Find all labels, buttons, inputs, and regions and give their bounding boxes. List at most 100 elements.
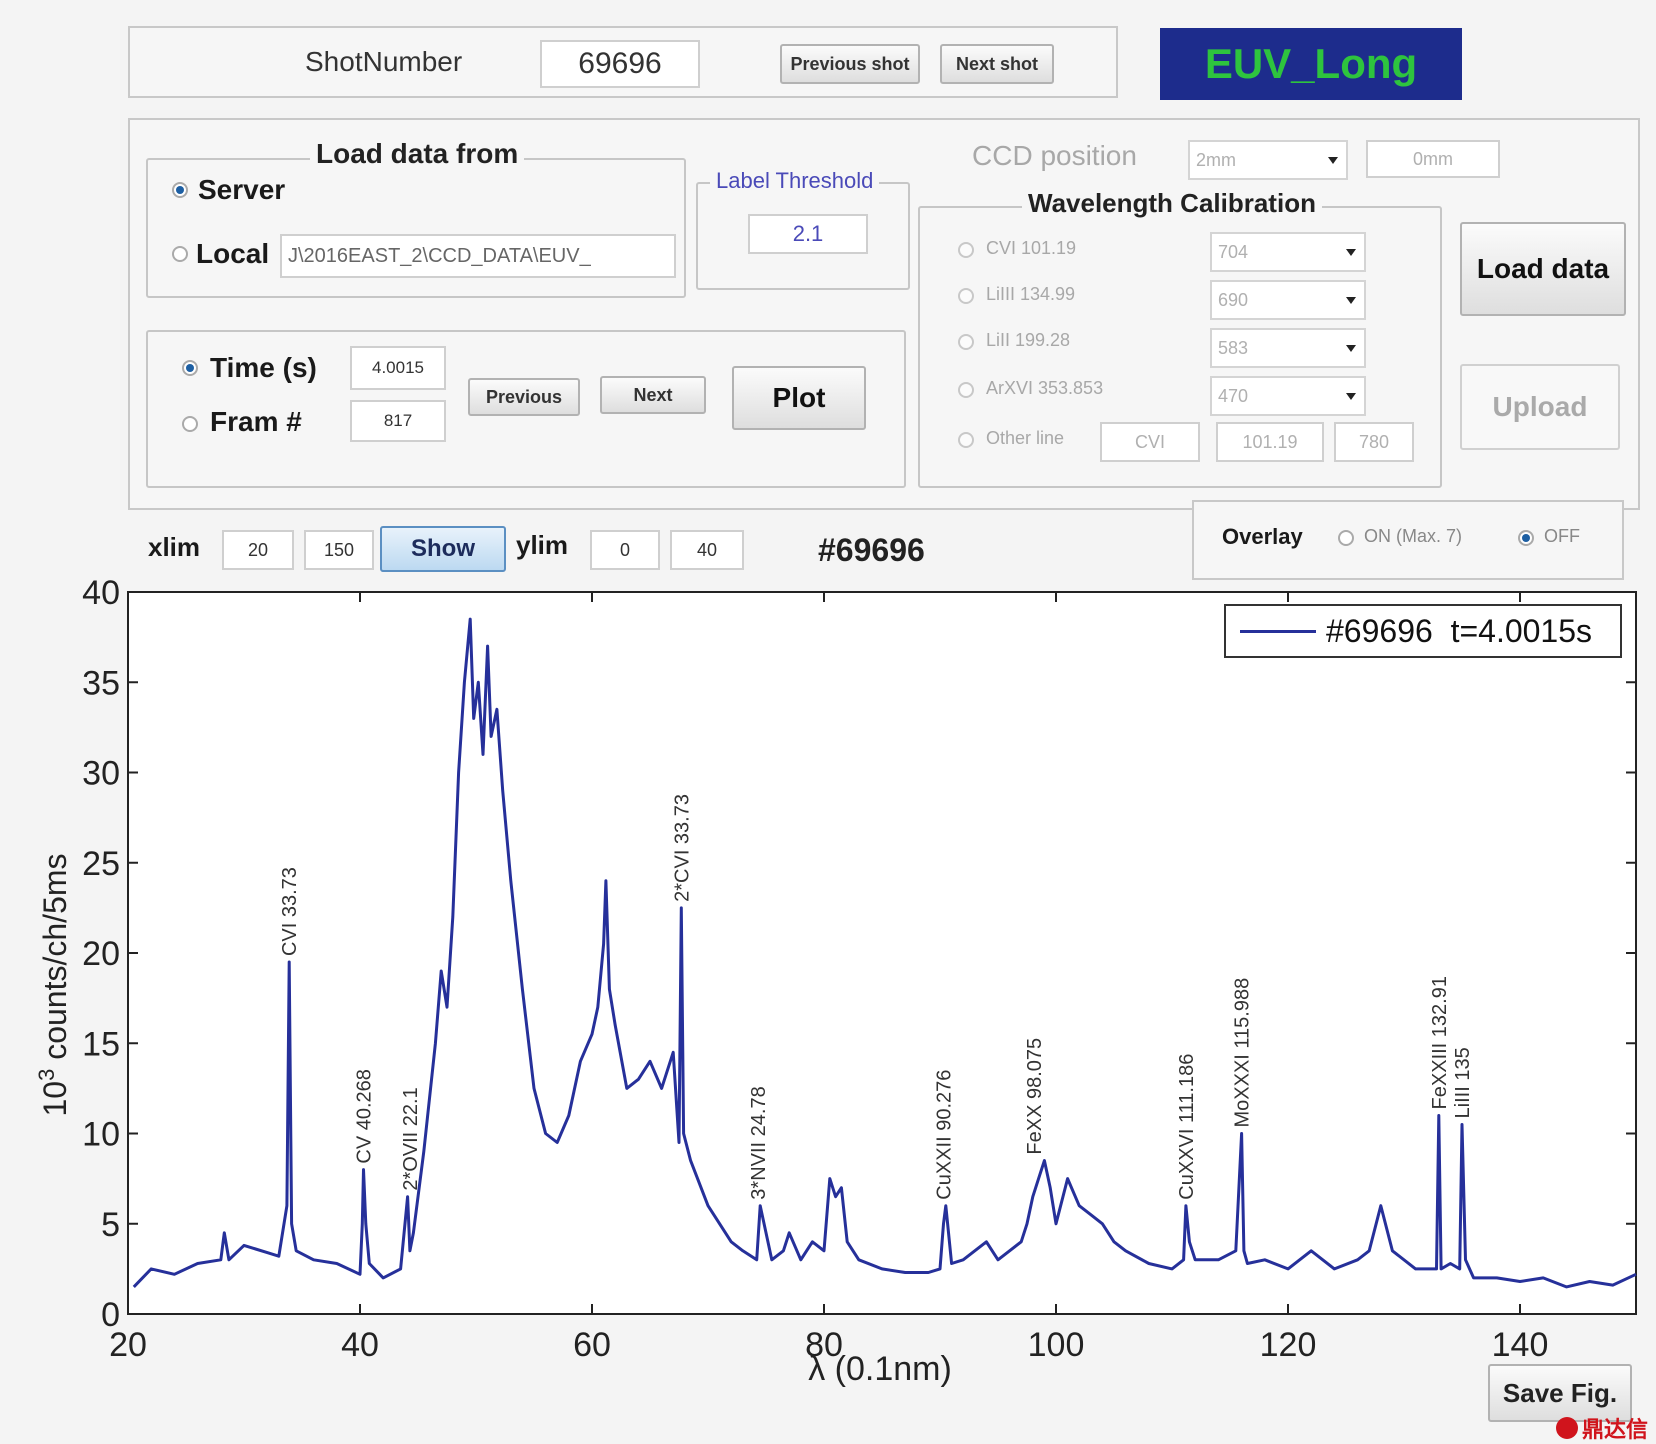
shot-tag: #69696	[818, 532, 925, 568]
line-annotation: 2*CVI 33.73	[671, 794, 693, 902]
line-annotation: FeXX 98.075	[1024, 1038, 1046, 1155]
line-annotation: MoXXXI 115.988	[1232, 978, 1254, 1128]
watermark: 鼎达信	[1556, 1412, 1648, 1444]
chevron-down-icon	[1328, 157, 1338, 164]
show-button[interactable]: Show	[380, 526, 506, 572]
app-title-badge: EUV_Long	[1160, 28, 1462, 100]
y-tick-label: 10	[82, 1116, 120, 1154]
plot-area	[127, 591, 1637, 1315]
xlim-min-input[interactable]: 20	[222, 530, 294, 570]
cal-label-other: Other line	[986, 428, 1065, 448]
overlay-on-radio[interactable]	[1338, 530, 1354, 546]
legend-entry: #69696 t=4.0015s	[1326, 612, 1593, 649]
line-annotation: CVI 33.73	[279, 867, 301, 956]
shot-number-input[interactable]: 69696	[540, 40, 700, 88]
ccd-position-select[interactable]: 2mm	[1188, 140, 1348, 180]
x-tick-label: 20	[109, 1326, 147, 1364]
time-label: Time (s)	[210, 352, 317, 383]
line-annotation: CV 40.268	[353, 1069, 375, 1164]
y-tick-label: 25	[82, 845, 120, 883]
chart-legend: #69696 t=4.0015s	[1224, 604, 1622, 658]
spectrum-series-line	[132, 617, 1637, 1289]
cal-value-cvi: 704	[1218, 241, 1249, 262]
line-annotation: LiIII 135	[1452, 1047, 1474, 1118]
x-tick-label: 40	[341, 1326, 379, 1364]
cal-select-cvi[interactable]: 704	[1210, 232, 1366, 272]
cal-select-li2[interactable]: 583	[1210, 328, 1366, 368]
x-tick-label: 80	[805, 1326, 843, 1364]
y-tick-label: 40	[82, 574, 120, 612]
y-tick-label: 20	[82, 935, 120, 973]
overlay-on-label: ON (Max. 7)	[1364, 526, 1463, 546]
frame-label: Fram #	[210, 406, 302, 437]
y-tick-label: 35	[82, 664, 120, 702]
ccd-position-label: CCD position	[972, 140, 1137, 171]
time-input[interactable]: 4.0015	[350, 346, 446, 390]
local-radio[interactable]	[172, 246, 188, 262]
chevron-down-icon	[1346, 345, 1356, 352]
load-data-button[interactable]: Load data	[1460, 222, 1626, 316]
local-label: Local	[196, 238, 270, 269]
cal-radio-ar16[interactable]	[958, 382, 974, 398]
local-path-input[interactable]: J\2016EAST_2\CCD_DATA\EUV_	[280, 234, 676, 278]
cal-radio-other[interactable]	[958, 432, 974, 448]
chevron-down-icon	[1346, 297, 1356, 304]
line-annotation: 2*OVII 22.1	[400, 1087, 422, 1190]
y-tick-label: 15	[82, 1025, 120, 1063]
y-axis-label-unit: counts/ch/5ms	[37, 853, 73, 1068]
calibration-title: Wavelength Calibration	[1022, 188, 1322, 219]
watermark-text: 鼎达信	[1582, 1417, 1649, 1442]
other-line-channel-input[interactable]: 780	[1334, 422, 1414, 462]
cal-radio-cvi[interactable]	[958, 242, 974, 258]
ccd-offset-input[interactable]: 0mm	[1366, 140, 1500, 178]
overlay-off-label: OFF	[1544, 526, 1580, 546]
ylim-label: ylim	[516, 530, 569, 560]
overlay-label: Overlay	[1222, 524, 1303, 549]
server-radio[interactable]	[172, 182, 188, 198]
line-annotation: 3*NVII 24.78	[748, 1086, 770, 1199]
cal-select-ar16[interactable]: 470	[1210, 376, 1366, 416]
x-tick-label: 120	[1260, 1326, 1317, 1364]
chevron-down-icon	[1346, 393, 1356, 400]
y-tick-label: 0	[101, 1296, 120, 1334]
ylim-max-input[interactable]: 40	[670, 530, 744, 570]
y-tick-label: 30	[82, 755, 120, 793]
xlim-label: xlim	[148, 532, 201, 562]
previous-frame-button[interactable]: Previous	[468, 378, 580, 416]
next-frame-button[interactable]: Next	[600, 376, 706, 414]
x-tick-label: 60	[573, 1326, 611, 1364]
ylim-min-input[interactable]: 0	[590, 530, 660, 570]
x-tick-label: 140	[1492, 1326, 1549, 1364]
next-shot-button[interactable]: Next shot	[940, 44, 1054, 84]
overlay-off-radio[interactable]	[1518, 530, 1534, 546]
load-data-title: Load data from	[310, 138, 525, 170]
legend-line-swatch	[1240, 629, 1316, 633]
time-radio[interactable]	[182, 360, 198, 376]
frame-radio[interactable]	[182, 416, 198, 432]
cal-value-li3: 690	[1218, 289, 1249, 310]
threshold-input[interactable]: 2.1	[748, 214, 868, 254]
cal-select-li3[interactable]: 690	[1210, 280, 1366, 320]
y-axis-label: 103 counts/ch/5ms	[34, 853, 74, 1116]
previous-shot-button[interactable]: Previous shot	[780, 44, 920, 84]
cal-label-cvi: CVI 101.19	[986, 238, 1077, 258]
plot-button[interactable]: Plot	[732, 366, 866, 430]
xlim-max-input[interactable]: 150	[304, 530, 374, 570]
app-title: EUV_Long	[1204, 40, 1418, 87]
shot-number-label: ShotNumber	[305, 46, 463, 77]
cal-radio-li3[interactable]	[958, 288, 974, 304]
cal-label-ar16: ArXVI 353.853	[986, 378, 1104, 398]
other-line-wavelength-input[interactable]: 101.19	[1216, 422, 1324, 462]
y-axis-label-base: 10	[37, 1081, 73, 1117]
watermark-logo-icon	[1556, 1417, 1578, 1439]
upload-button[interactable]: Upload	[1460, 364, 1620, 450]
other-line-name-input[interactable]: CVI	[1100, 422, 1200, 462]
frame-input[interactable]: 817	[350, 400, 446, 442]
server-label: Server	[198, 174, 286, 205]
cal-value-ar16: 470	[1218, 385, 1249, 406]
line-annotation: CuXXVI 111.186	[1176, 1054, 1198, 1200]
cal-label-li3: LiIII 134.99	[986, 284, 1076, 304]
x-tick-label: 100	[1028, 1326, 1085, 1364]
y-tick-label: 5	[101, 1206, 120, 1244]
cal-radio-li2[interactable]	[958, 334, 974, 350]
